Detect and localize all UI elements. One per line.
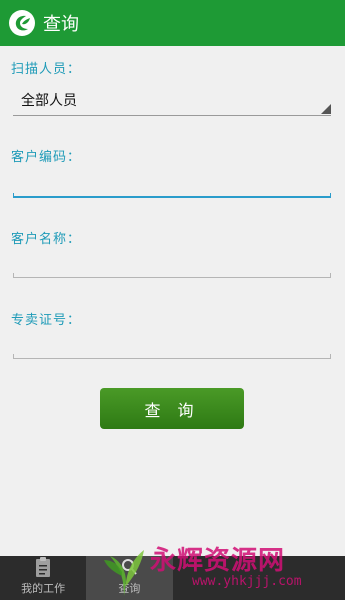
input-underline — [13, 277, 331, 278]
input-tick-left — [13, 354, 14, 359]
app-header: 查询 — [0, 0, 345, 46]
scan-person-label: 扫描人员： — [11, 62, 82, 77]
search-icon — [122, 559, 138, 575]
input-tick-left — [13, 273, 14, 278]
scan-person-select[interactable]: 全部人员 — [13, 84, 331, 116]
license-input[interactable] — [13, 331, 331, 359]
tab-query-label: 查询 — [118, 582, 141, 595]
input-underline — [13, 358, 331, 359]
customer-name-label: 客户名称： — [11, 232, 82, 247]
license-field[interactable] — [13, 331, 331, 359]
query-button[interactable]: 查 询 — [100, 388, 244, 429]
input-tick-right — [330, 273, 331, 278]
tab-fourth[interactable] — [259, 556, 345, 600]
customer-name-input[interactable] — [13, 250, 331, 278]
dropdown-arrow-icon — [321, 104, 331, 114]
tab-third[interactable] — [173, 556, 259, 600]
customer-code-input[interactable] — [13, 170, 331, 198]
customer-code-field[interactable] — [13, 170, 331, 198]
customer-code-label: 客户编码： — [11, 150, 82, 165]
input-tick-left — [13, 193, 14, 198]
license-label: 专卖证号： — [11, 313, 82, 328]
input-underline — [13, 196, 331, 198]
tab-query[interactable]: 查询 — [86, 556, 173, 600]
scan-person-value: 全部人员 — [21, 93, 77, 109]
tab-my-work-label: 我的工作 — [21, 582, 66, 595]
app-logo-icon — [9, 10, 35, 36]
tab-my-work[interactable]: 我的工作 — [0, 556, 86, 600]
bottom-tabbar: 我的工作 查询 — [0, 556, 345, 600]
input-tick-right — [330, 193, 331, 198]
clipboard-icon — [36, 557, 51, 577]
page-title: 查询 — [43, 14, 79, 35]
input-tick-right — [330, 354, 331, 359]
customer-name-field[interactable] — [13, 250, 331, 278]
